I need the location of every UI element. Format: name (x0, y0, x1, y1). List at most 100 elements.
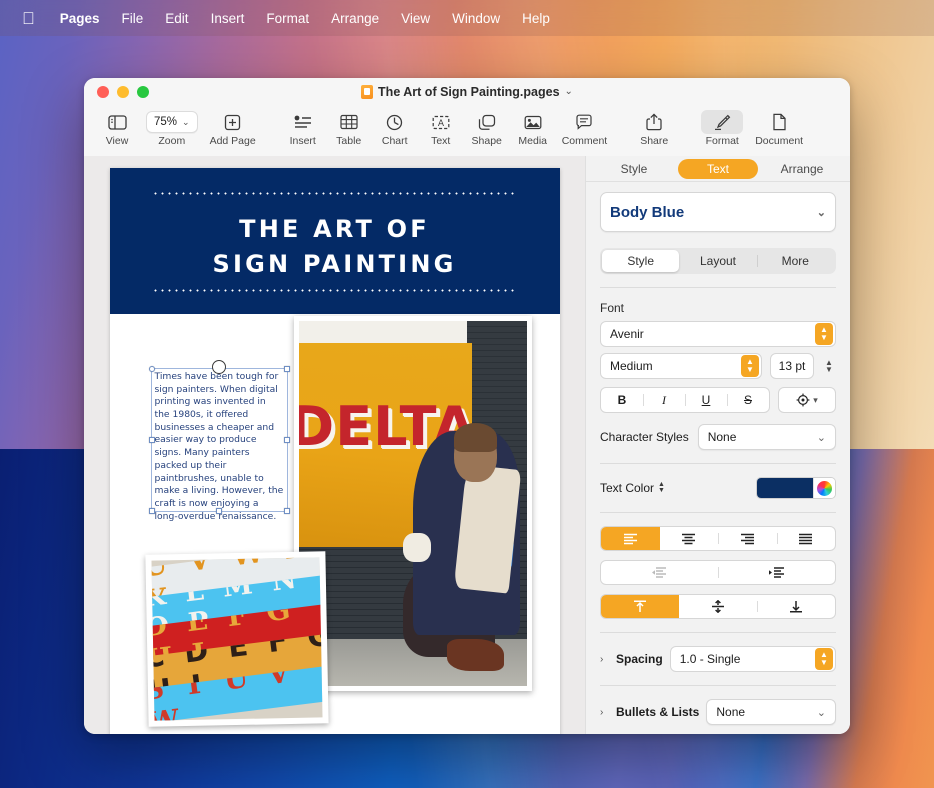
toolbar-shape-button[interactable]: Shape (464, 108, 510, 147)
toolbar-comment-button[interactable]: Comment (556, 108, 614, 147)
toolbar-document-button[interactable]: Document (749, 108, 809, 147)
resize-handle-bottom-center[interactable] (216, 508, 222, 514)
bullets-lists-popup[interactable]: None ⌄ (706, 699, 836, 725)
menu-item-arrange[interactable]: Arrange (320, 8, 390, 29)
toolbar-share-button[interactable]: Share (631, 108, 677, 147)
resize-handle-bottom-left[interactable] (149, 508, 155, 514)
text-options-gear-icon (796, 393, 810, 407)
dotted-rule-bottom (152, 289, 518, 292)
alphabet-signs-photo[interactable]: U V W X Y K L M N O P D E F G H I C D E … (145, 551, 328, 726)
align-right-button[interactable] (718, 527, 777, 550)
format-sidebar-content: Body Blue ⌄ Style Layout More Font Aveni… (586, 182, 850, 734)
align-center-button[interactable] (660, 527, 719, 550)
character-styles-label: Character Styles (600, 430, 689, 444)
minimize-button[interactable] (117, 86, 129, 98)
resize-handle-top-right[interactable] (284, 366, 290, 372)
toolbar-media-label: Media (518, 135, 547, 147)
document-title-line2: SIGN PAINTING (110, 247, 560, 282)
resize-handle-middle-left[interactable] (149, 437, 155, 443)
menu-item-pages[interactable]: Pages (49, 8, 111, 29)
toolbar-add-page-button[interactable]: Add Page (204, 108, 262, 147)
resize-handle-middle-right[interactable] (284, 437, 290, 443)
document-canvas[interactable]: THE ART OF SIGN PAINTING DELTA (84, 156, 585, 734)
font-family-popup[interactable]: Avenir ▲▼ (600, 321, 836, 347)
subtab-more[interactable]: More (757, 250, 834, 272)
align-bottom-button[interactable] (757, 595, 835, 618)
toolbar-table-button[interactable]: Table (326, 108, 372, 147)
toolbar-view-label: View (106, 135, 129, 147)
tab-arrange[interactable]: Arrange (762, 159, 842, 179)
close-button[interactable] (97, 86, 109, 98)
document-page[interactable]: THE ART OF SIGN PAINTING DELTA (110, 168, 560, 734)
toolbar-add-page-label: Add Page (210, 135, 256, 147)
chevron-down-icon: ▾ (813, 395, 818, 406)
menu-item-file[interactable]: File (111, 8, 155, 29)
stepper-up-down-icon[interactable]: ▲▼ (815, 323, 833, 345)
strikethrough-button[interactable]: S (727, 388, 769, 412)
align-justify-button[interactable] (777, 527, 836, 550)
menu-item-window[interactable]: Window (441, 8, 511, 29)
text-color-label-group[interactable]: Text Color ▲▼ (600, 481, 665, 495)
apple-logo-icon[interactable]:  (14, 10, 49, 27)
increase-indent-button[interactable] (718, 561, 835, 584)
italic-button[interactable]: I (643, 388, 685, 412)
toolbar-media-button[interactable]: Media (510, 108, 556, 147)
toolbar-chart-button[interactable]: Chart (372, 108, 418, 147)
character-styles-popup[interactable]: None ⌄ (698, 424, 836, 450)
character-styles-row: Character Styles None ⌄ (600, 424, 836, 450)
plus-square-icon (224, 110, 241, 134)
paragraph-style-popup[interactable]: Body Blue ⌄ (600, 192, 836, 232)
tab-text[interactable]: Text (678, 159, 758, 179)
text-color-stepper-icon[interactable]: ▲▼ (658, 482, 665, 494)
toolbar-view-button[interactable]: View (94, 108, 140, 147)
align-left-button[interactable] (601, 527, 660, 550)
zoom-button[interactable] (137, 86, 149, 98)
subtab-style[interactable]: Style (602, 250, 679, 272)
body-paragraph[interactable]: Times have been tough for sign painters.… (152, 369, 287, 523)
toolbar-format-button[interactable]: Format (695, 108, 749, 147)
font-size-input[interactable]: 13 pt (770, 353, 814, 379)
decrease-indent-button[interactable] (601, 561, 718, 584)
resize-handle-bottom-right[interactable] (284, 508, 290, 514)
toolbar-text-button[interactable]: A Text (418, 108, 464, 147)
menu-item-help[interactable]: Help (511, 8, 561, 29)
text-options-gear-button[interactable]: ▾ (778, 387, 836, 413)
toolbar-chart-label: Chart (382, 135, 408, 147)
text-color-swatch[interactable] (757, 478, 813, 498)
divider-4 (600, 632, 836, 633)
underline-button[interactable]: U (685, 388, 727, 412)
menu-item-view[interactable]: View (390, 8, 441, 29)
font-weight-popup[interactable]: Medium ▲▼ (600, 353, 762, 379)
rotation-handle[interactable] (212, 360, 226, 374)
stepper-up-down-icon[interactable]: ▲▼ (741, 355, 759, 377)
menu-item-format[interactable]: Format (255, 8, 320, 29)
disclosure-triangle-icon[interactable]: › (600, 707, 609, 718)
resize-handle-top-left[interactable] (149, 366, 155, 372)
font-size-stepper[interactable]: ▲ ▼ (822, 359, 836, 373)
tab-style[interactable]: Style (594, 159, 674, 179)
subtab-layout[interactable]: Layout (679, 250, 756, 272)
comment-bubble-icon (575, 110, 593, 134)
photo-painter-hair (454, 423, 497, 452)
color-wheel-button[interactable] (813, 477, 835, 499)
sign-painter-delta-photo[interactable]: DELTA (294, 316, 532, 691)
spacing-popup[interactable]: 1.0 - Single ▲▼ (670, 646, 836, 672)
zoom-popup[interactable]: 75% ⌄ (146, 110, 198, 134)
stepper-up-down-icon[interactable]: ▲▼ (815, 648, 833, 670)
font-family-row: Avenir ▲▼ (600, 321, 836, 347)
toolbar-insert-button[interactable]: Insert (280, 108, 326, 147)
align-middle-button[interactable] (679, 595, 757, 618)
bold-button[interactable]: B (601, 388, 643, 412)
menu-item-insert[interactable]: Insert (200, 8, 256, 29)
stepper-down-icon[interactable]: ▼ (825, 366, 833, 373)
align-top-button[interactable] (601, 595, 679, 618)
toolbar-insert-label: Insert (290, 135, 316, 147)
toolbar-share-label: Share (640, 135, 668, 147)
text-format-row: B I U S ▾ (600, 387, 836, 413)
menu-item-edit[interactable]: Edit (154, 8, 199, 29)
disclosure-triangle-icon[interactable]: › (600, 654, 609, 665)
title-chevron-down-icon[interactable]: ⌄ (565, 86, 573, 97)
toolbar-zoom-control[interactable]: 75% ⌄ Zoom (140, 108, 204, 147)
selected-text-box[interactable]: Times have been tough for sign painters.… (151, 368, 288, 512)
photo-painter-glove (403, 533, 430, 562)
